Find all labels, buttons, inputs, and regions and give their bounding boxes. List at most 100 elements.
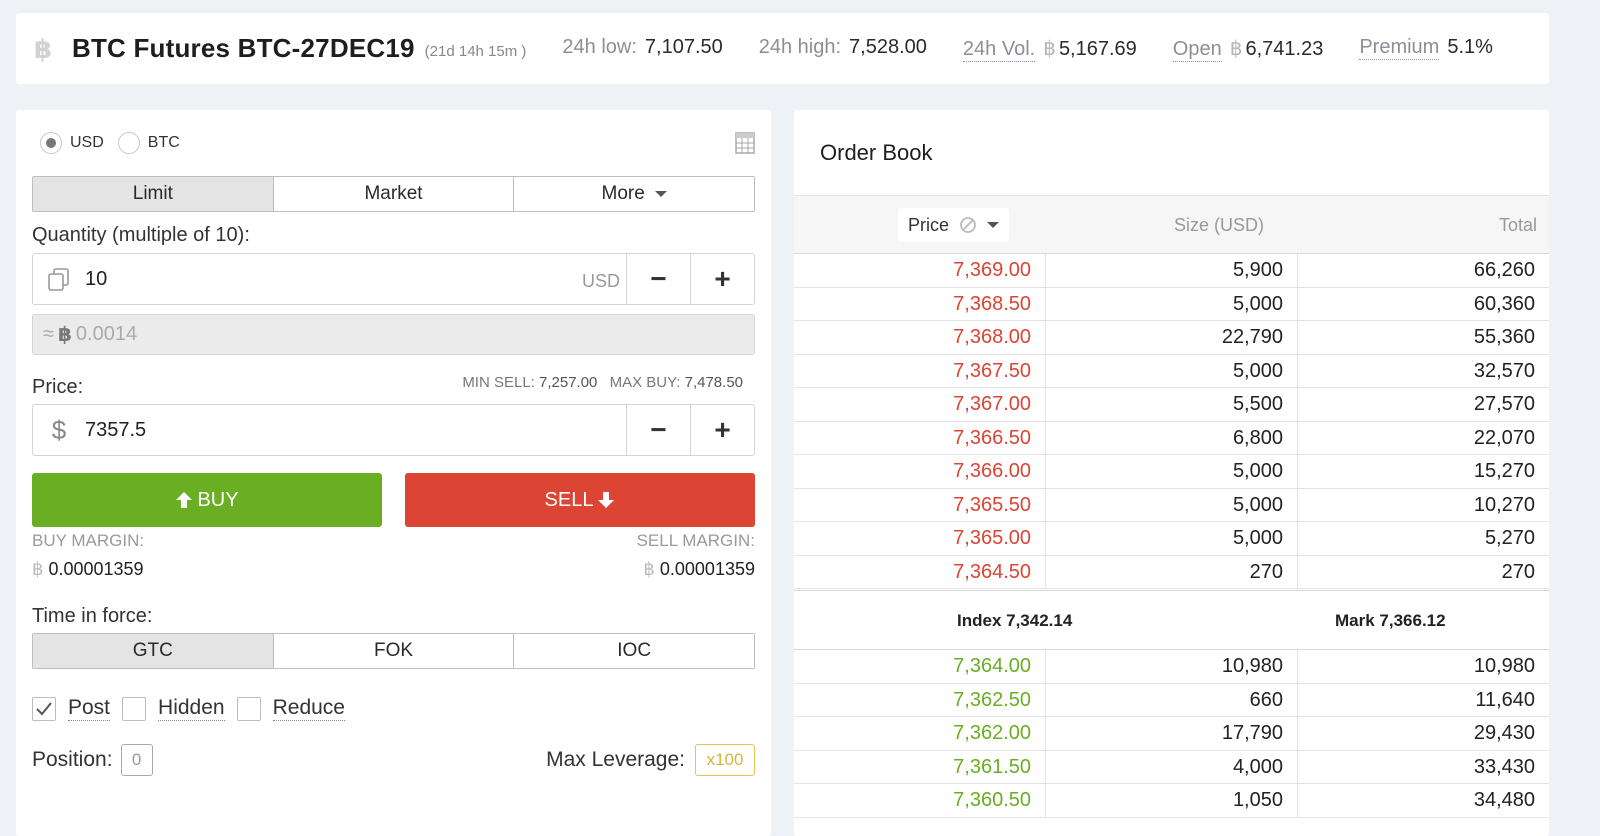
ask-row[interactable]: 7,365.00 5,000 5,270 xyxy=(794,522,1549,556)
tab-fok[interactable]: FOK xyxy=(273,634,515,668)
header-stat-label[interactable]: Open xyxy=(1172,38,1222,62)
header-stat-label[interactable]: 24h Vol. xyxy=(962,38,1036,62)
ask-row[interactable]: 7,368.00 22,790 55,360 xyxy=(794,321,1549,355)
max-leverage-label: Max Leverage: xyxy=(546,748,685,771)
tab-limit[interactable]: Limit xyxy=(33,177,274,211)
approx-amount: 0.0014 xyxy=(75,323,138,345)
order-flags: Post Hidden Reduce xyxy=(32,696,357,721)
price-label: Price: xyxy=(32,376,84,398)
book-cell-price: 7,369.00 xyxy=(794,254,1046,287)
price-decrement-button[interactable]: − xyxy=(626,405,690,455)
svg-text:฿: ฿ xyxy=(34,35,52,64)
position-label: Position: xyxy=(32,748,113,771)
book-cell-size: 4,000 xyxy=(1046,750,1298,783)
header-stat-label[interactable]: Premium xyxy=(1359,36,1440,60)
ask-row[interactable]: 7,365.50 5,000 10,270 xyxy=(794,488,1549,522)
tab-more-label: More xyxy=(601,183,645,204)
book-cell-price: 7,366.50 xyxy=(794,421,1046,454)
buy-button[interactable]: BUY xyxy=(32,473,382,527)
ask-row[interactable]: 7,368.50 5,000 60,360 xyxy=(794,287,1549,321)
post-checkbox[interactable] xyxy=(32,696,56,721)
book-cell-size: 5,000 xyxy=(1046,455,1298,488)
leverage-row: Max Leverage: x100 xyxy=(546,744,755,776)
ask-row[interactable]: 7,364.50 270 270 xyxy=(794,555,1549,589)
position-value: 0 xyxy=(120,744,153,776)
arrow-up-icon xyxy=(176,492,193,508)
order-form-panel: USD BTC Limit Market More Quantity (mult… xyxy=(16,110,771,836)
quantity-decrement-button[interactable]: − xyxy=(626,254,690,304)
quantity-input[interactable]: 10 xyxy=(85,268,582,291)
header-stat-label: 24h low: xyxy=(562,35,637,58)
book-cell-size: 10,980 xyxy=(1046,650,1298,683)
reduce-label[interactable]: Reduce xyxy=(272,696,345,721)
quantity-increment-button[interactable]: + xyxy=(690,254,754,304)
ask-row[interactable]: 7,369.00 5,900 66,260 xyxy=(794,254,1549,288)
max-buy-value: 7,478.50 xyxy=(684,374,743,391)
bitcoin-icon: ฿ xyxy=(34,35,52,64)
price-input[interactable]: 7357.5 xyxy=(85,419,626,442)
book-cell-price: 7,364.50 xyxy=(794,555,1046,588)
price-increment-button[interactable]: + xyxy=(690,405,754,455)
hidden-label[interactable]: Hidden xyxy=(158,696,225,721)
post-label[interactable]: Post xyxy=(68,696,111,721)
sell-margin: ฿ 0.00001359 xyxy=(643,559,755,580)
bid-row[interactable]: 7,364.00 10,980 10,980 xyxy=(794,650,1549,684)
header-stat-label: 24h high: xyxy=(758,35,842,58)
bitcoin-icon: ฿ xyxy=(1229,37,1243,60)
buy-margin-label: BUY MARGIN: xyxy=(32,531,145,550)
sell-button[interactable]: SELL xyxy=(405,473,755,527)
tab-more[interactable]: More xyxy=(514,177,755,211)
header-stat: Premium 5.1% xyxy=(1359,36,1493,62)
ask-row[interactable]: 7,366.00 5,000 15,270 xyxy=(794,455,1549,489)
book-cell-total: 32,570 xyxy=(1473,359,1535,382)
chevron-down-icon xyxy=(654,191,667,197)
tab-market[interactable]: Market xyxy=(273,177,515,211)
max-leverage-badge[interactable]: x100 xyxy=(695,744,755,776)
radio-btc-label[interactable]: BTC xyxy=(148,134,180,152)
ask-row[interactable]: 7,367.50 5,000 32,570 xyxy=(794,354,1549,388)
reduce-checkbox[interactable] xyxy=(236,696,261,721)
header-stat: 24h high: 7,528.00 xyxy=(759,36,927,62)
radio-usd[interactable] xyxy=(40,132,62,154)
book-cell-total: 5,270 xyxy=(1484,527,1535,549)
calculator-icon[interactable] xyxy=(735,132,755,154)
book-cell-size: 270 xyxy=(1046,555,1298,588)
book-cell-size: 660 xyxy=(1046,683,1298,716)
bid-row[interactable]: 7,362.00 17,790 29,430 xyxy=(794,717,1549,751)
book-cell-price: 7,362.00 xyxy=(794,717,1046,750)
hidden-checkbox[interactable] xyxy=(122,696,147,721)
bid-row[interactable]: 7,362.50 660 11,640 xyxy=(794,683,1549,717)
tab-ioc[interactable]: IOC xyxy=(514,634,755,668)
bid-row[interactable]: 7,361.50 4,000 33,430 xyxy=(794,750,1549,784)
book-cell-total: 11,640 xyxy=(1475,688,1535,711)
buy-margin-value: 0.00001359 xyxy=(48,559,144,579)
book-cell-total: 60,360 xyxy=(1473,292,1535,315)
bitcoin-icon: ฿ xyxy=(1043,37,1056,60)
min-sell-label: MIN SELL: xyxy=(462,374,535,391)
approx-btc-value: ≈ ฿ 0.0014 xyxy=(32,314,755,355)
price-field: $ 7357.5 − + xyxy=(32,404,755,456)
bids-list: 7,364.00 10,980 10,980 7,362.50 660 11,640 7,3… xyxy=(794,650,1549,818)
position-row: Position: 0 xyxy=(32,744,153,776)
book-cell-price: 7,368.00 xyxy=(794,321,1046,354)
total-column-label: Total xyxy=(1498,215,1537,235)
mark-price: Mark 7,366.12 xyxy=(1335,611,1446,630)
ask-row[interactable]: 7,366.50 6,800 22,070 xyxy=(794,421,1549,455)
bid-row[interactable]: 7,360.50 1,050 34,480 xyxy=(794,784,1549,818)
book-cell-size: 5,000 xyxy=(1046,354,1298,387)
buy-margin: ฿ 0.00001359 xyxy=(32,559,144,580)
tab-gtc[interactable]: GTC xyxy=(33,634,274,668)
book-cell-size: 5,000 xyxy=(1046,488,1298,521)
price-column-label: Price xyxy=(908,214,950,235)
radio-btc[interactable] xyxy=(117,132,140,154)
book-cell-size: 6,800 xyxy=(1046,421,1298,454)
book-cell-size: 5,000 xyxy=(1046,522,1298,555)
book-cell-size: 5,500 xyxy=(1046,388,1298,421)
radio-usd-label[interactable]: USD xyxy=(70,134,104,152)
ask-row[interactable]: 7,367.00 5,500 27,570 xyxy=(794,388,1549,422)
header-stat-value: 5,167.69 xyxy=(1058,37,1137,60)
book-cell-price: 7,362.50 xyxy=(794,683,1046,716)
quantity-field: 10 USD − + xyxy=(32,253,755,305)
price-grouping-dropdown[interactable]: Price xyxy=(898,208,1010,242)
book-cell-size: 5,000 xyxy=(1046,287,1298,320)
